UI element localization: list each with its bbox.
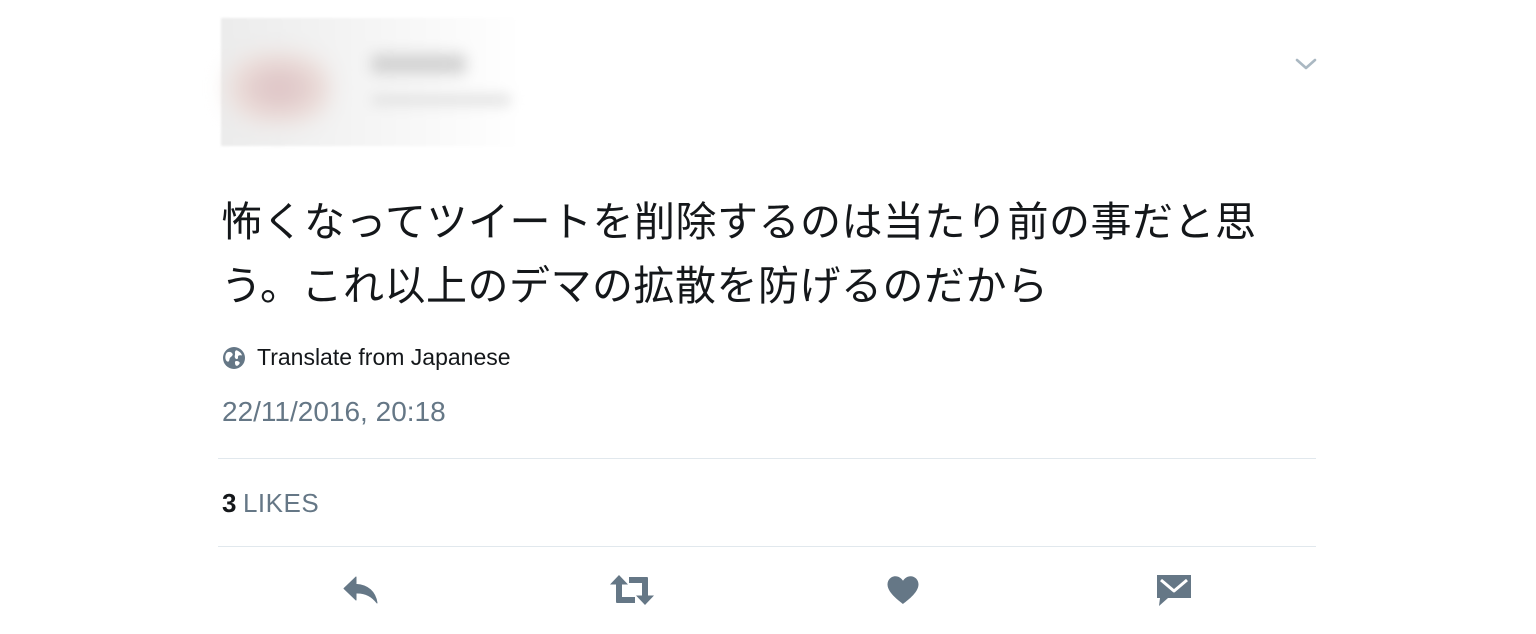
avatar[interactable] [227, 52, 331, 124]
reply-button[interactable] [337, 568, 385, 612]
tweet-card: 怖くなってツイートを削除するのは当たり前の事だと思う。これ以上のデマの拡散を防げ… [218, 0, 1317, 634]
likes-stat[interactable]: 3 LIKES [222, 488, 319, 519]
retweet-icon [610, 575, 654, 605]
tweet-text: 怖くなってツイートを削除するのは当たり前の事だと思う。これ以上のデマの拡散を防げ… [221, 198, 1257, 310]
author-header-blurred[interactable] [221, 18, 521, 146]
envelope-icon [1157, 575, 1191, 606]
heart-icon [887, 576, 919, 604]
likes-label: LIKES [242, 488, 320, 518]
chevron-down-icon[interactable] [1295, 56, 1317, 72]
like-button[interactable] [882, 568, 924, 612]
direct-message-button[interactable] [1152, 568, 1196, 612]
author-name-blurred[interactable] [371, 54, 466, 74]
likes-count: 3 [222, 488, 237, 518]
retweet-button[interactable] [606, 568, 658, 612]
divider [218, 458, 1316, 459]
globe-icon [223, 346, 245, 369]
translate-link[interactable]: Translate from Japanese [222, 344, 511, 371]
reply-icon [343, 576, 378, 604]
author-handle-blurred [371, 94, 511, 106]
divider [218, 546, 1316, 547]
translate-label[interactable]: Translate from Japanese [257, 344, 511, 371]
timestamp[interactable]: 22/11/2016, 20:18 [222, 396, 446, 428]
